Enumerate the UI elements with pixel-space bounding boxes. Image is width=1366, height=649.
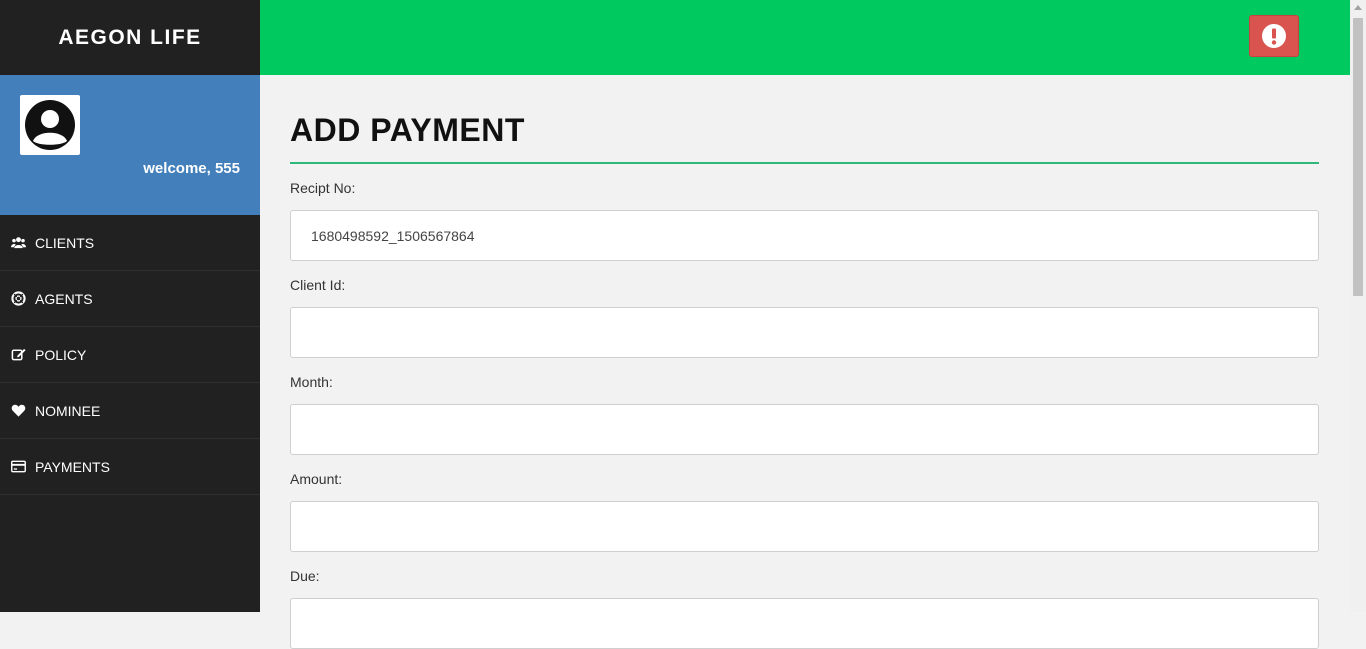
main-content: ADD PAYMENT Recipt No: Client Id: Month:… <box>290 75 1319 649</box>
users-icon <box>10 235 26 251</box>
sidebar-item-label: AGENTS <box>35 290 93 307</box>
scroll-thumb[interactable] <box>1353 18 1363 296</box>
brand-title: AEGON LIFE <box>58 25 202 49</box>
receipt-no-label: Recipt No: <box>290 180 356 196</box>
page-title: ADD PAYMENT <box>290 112 525 148</box>
client-id-field[interactable] <box>290 307 1319 358</box>
due-label: Due: <box>290 568 320 584</box>
welcome-text: welcome, 555 <box>143 160 240 177</box>
title-divider <box>290 162 1319 164</box>
avatar <box>20 95 80 155</box>
month-label: Month: <box>290 374 333 390</box>
sidebar-item-nominee[interactable]: NOMINEE <box>0 383 260 439</box>
sidebar-item-agents[interactable]: AGENTS <box>0 271 260 327</box>
amount-label: Amount: <box>290 471 343 487</box>
amount-field[interactable] <box>290 501 1319 552</box>
sidebar-item-label: POLICY <box>35 346 87 363</box>
edit-icon <box>10 347 26 363</box>
top-bar <box>260 0 1350 75</box>
user-avatar-icon <box>25 100 75 150</box>
sidebar-item-payments[interactable]: PAYMENTS <box>0 439 260 495</box>
sidebar-item-label: CLIENTS <box>35 234 95 251</box>
sidebar-item-label: NOMINEE <box>35 402 101 419</box>
sidebar-item-label: PAYMENTS <box>35 458 110 475</box>
sidebar: AEGON LIFE welcome, 555 CLIENTS AGENTS P… <box>0 0 260 612</box>
month-field[interactable] <box>290 404 1319 455</box>
sidebar-item-policy[interactable]: POLICY <box>0 327 260 383</box>
heart-icon <box>10 403 26 419</box>
receipt-no-field[interactable] <box>290 210 1319 261</box>
exclamation-circle-icon <box>1262 24 1286 48</box>
life-ring-icon <box>10 291 26 307</box>
profile-panel: welcome, 555 <box>0 75 260 215</box>
client-id-label: Client Id: <box>290 277 346 293</box>
scroll-up-arrow[interactable] <box>1354 5 1362 10</box>
sidebar-item-clients[interactable]: CLIENTS <box>0 215 260 271</box>
due-field[interactable] <box>290 598 1319 649</box>
alert-button[interactable] <box>1249 15 1299 57</box>
vertical-scrollbar[interactable] <box>1350 0 1366 612</box>
credit-card-icon <box>10 459 26 475</box>
